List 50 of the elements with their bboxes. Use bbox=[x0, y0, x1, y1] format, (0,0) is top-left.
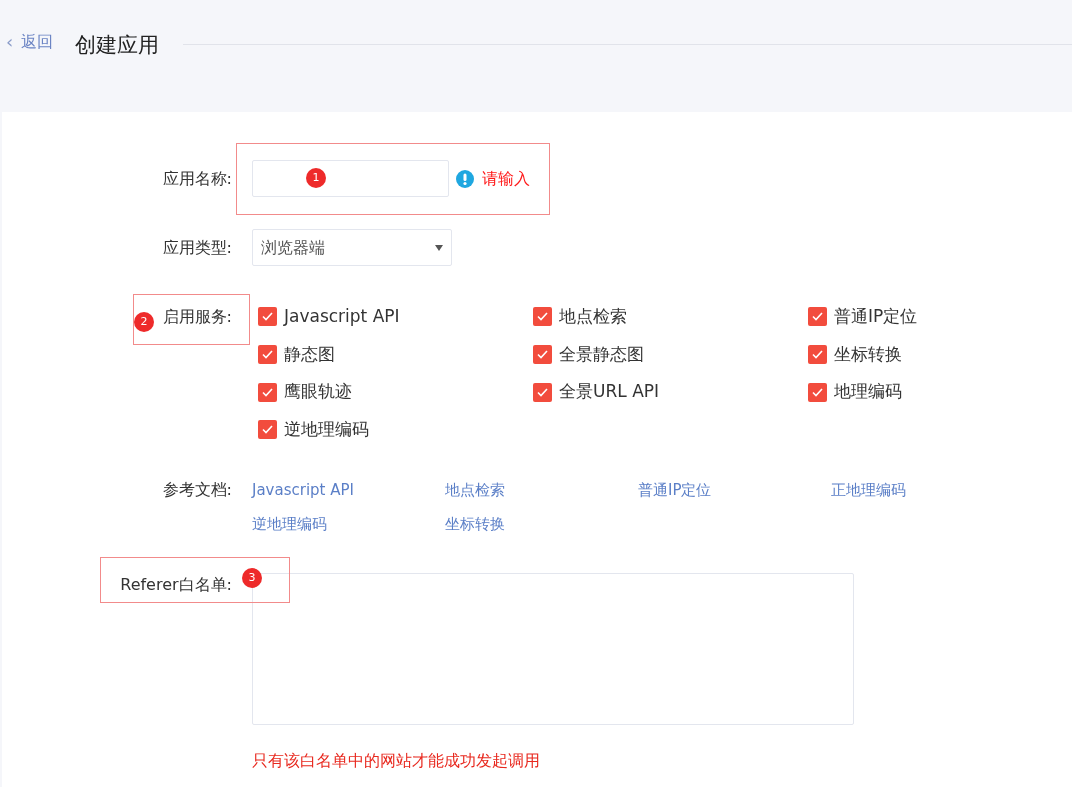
checkbox[interactable] bbox=[808, 307, 827, 327]
service-checkbox[interactable]: 全景静态图 bbox=[533, 341, 644, 368]
doc-link[interactable]: 正地理编码 bbox=[831, 478, 906, 501]
checkbox[interactable] bbox=[533, 382, 552, 402]
doc-link[interactable]: 普通IP定位 bbox=[638, 478, 712, 501]
page-title: 创建应用 bbox=[75, 32, 160, 59]
caret-icon bbox=[435, 244, 443, 251]
check-icon bbox=[537, 387, 548, 397]
check-icon bbox=[262, 387, 273, 397]
service-checkbox[interactable]: 地点检索 bbox=[533, 304, 627, 330]
doc-link[interactable]: Javascript API bbox=[252, 478, 354, 501]
check-icon bbox=[812, 350, 823, 360]
doc-link[interactable]: 逆地理编码 bbox=[252, 512, 327, 535]
service-checkbox[interactable]: 全景URL API bbox=[533, 379, 660, 405]
check-icon bbox=[812, 312, 823, 322]
checkbox[interactable] bbox=[808, 345, 827, 365]
field-label: 启用服务: bbox=[162, 305, 232, 328]
type-dropdown[interactable]: 浏览器端 bbox=[252, 229, 452, 266]
check-icon bbox=[262, 350, 273, 360]
check-icon bbox=[262, 312, 273, 322]
error-message: 请输入 bbox=[482, 167, 530, 190]
check-icon bbox=[537, 312, 548, 322]
service-checkbox[interactable]: 地理编码 bbox=[808, 379, 902, 405]
service-checkbox[interactable]: Javascript API bbox=[258, 304, 400, 330]
checkbox[interactable] bbox=[258, 307, 277, 327]
service-checkbox[interactable]: 普通IP定位 bbox=[808, 304, 918, 330]
check-icon bbox=[537, 350, 548, 360]
service-checkbox[interactable]: 鹰眼轨迹 bbox=[258, 379, 352, 405]
checkbox[interactable] bbox=[533, 345, 552, 365]
doc-link[interactable]: 地点检索 bbox=[445, 478, 505, 501]
service-checkbox[interactable]: 静态图 bbox=[258, 341, 335, 368]
checkbox[interactable] bbox=[258, 382, 277, 402]
back-link[interactable]: ‹ 返回 bbox=[6, 30, 54, 54]
check-icon bbox=[812, 387, 823, 397]
hint-text: 只有该白名单中的网站才能成功发起调用 bbox=[252, 750, 540, 770]
check-icon bbox=[262, 425, 273, 435]
checkbox[interactable] bbox=[258, 345, 277, 365]
field-label: 应用名称: bbox=[162, 167, 232, 190]
field-label: Referer白名单: bbox=[120, 573, 232, 596]
field-label: 应用类型: bbox=[162, 236, 232, 259]
service-checkbox[interactable]: 坐标转换 bbox=[808, 341, 902, 368]
field-label: 参考文档: bbox=[162, 478, 232, 501]
exclamation-icon bbox=[456, 169, 474, 188]
back-chevron-icon: ‹ bbox=[6, 33, 14, 51]
checkbox[interactable] bbox=[258, 420, 277, 440]
input-field[interactable] bbox=[252, 160, 449, 197]
checkbox[interactable] bbox=[533, 307, 552, 327]
doc-link[interactable]: 坐标转换 bbox=[445, 512, 505, 535]
service-checkbox[interactable]: 逆地理编码 bbox=[258, 417, 369, 443]
checkbox[interactable] bbox=[808, 382, 827, 402]
